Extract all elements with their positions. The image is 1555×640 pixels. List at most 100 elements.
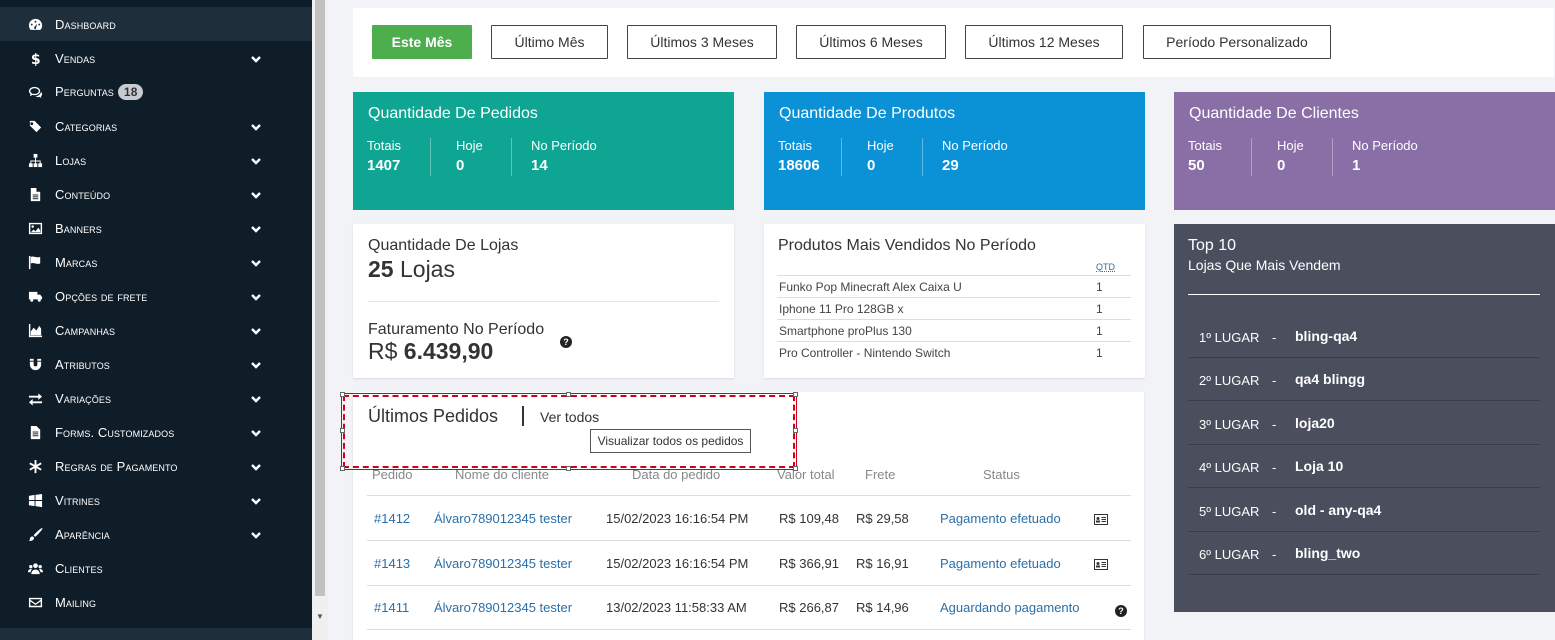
id-card-icon[interactable] [1094,557,1108,575]
order-id-link[interactable]: #1413 [374,556,410,571]
col-header-valor: Valor total [777,467,835,482]
chevron-down-icon [250,256,262,268]
sidebar-item-conteudo[interactable]: Conteúdo [0,177,312,211]
paint-brush-icon [27,526,43,542]
stat-periodo: No Período 29 [942,138,1008,176]
sidebar-item-text: Banners [55,220,102,236]
order-id-link[interactable]: #1412 [374,511,410,526]
resize-handle[interactable] [793,392,798,397]
sidebar-item-forms-customizados[interactable]: Forms. Customizados [0,415,312,449]
sidebar-item-label: Variações [55,391,111,406]
windows-icon [27,492,43,508]
selection-highlight [340,392,798,471]
period-este-mes-button[interactable]: Este Mês [372,25,472,59]
divider [511,138,512,176]
chevron-down-icon [250,528,262,540]
truck-icon [27,288,43,304]
table-row: Smartphone proPlus 130 1 [777,319,1131,341]
sidebar-item-atributos[interactable]: Atributos [0,347,312,381]
sidebar-item-categorias[interactable]: Categorias [0,109,312,143]
sidebar-item-banners[interactable]: Banners [0,211,312,245]
id-card-icon[interactable] [1094,512,1108,530]
chevron-down-icon [250,324,262,336]
scrollbar-thumb[interactable] [315,0,325,596]
table-row: Iphone 11 Pro 128GB x 1 [777,297,1131,319]
period-12-meses-button[interactable]: Últimos 12 Meses [965,25,1123,59]
sidebar-item-text: Opções de frete [55,288,148,304]
col-header-status: Status [983,467,1020,482]
question-circle-icon[interactable]: ? [1115,601,1127,619]
client-name-link[interactable]: Álvaro789012345 tester [434,511,572,526]
sidebar-item-label: Conteúdo [55,187,110,202]
sidebar-item-label: Dashboard [55,17,116,32]
chevron-down-icon [250,290,262,302]
chevron-down-icon [250,392,262,404]
divider [367,629,1131,630]
sidebar-item-label: Regras de Pagamento [55,459,178,474]
sidebar-item-label: Atributos [55,357,110,372]
resize-handle[interactable] [793,466,798,471]
list-item: 5º LUGAR - old - any-qa4 [1188,489,1540,532]
stat-hoje: Hoje 0 [1277,138,1304,176]
store-name: bling_two [1295,545,1361,561]
order-frete: R$ 16,91 [856,555,909,571]
col-header-pedido: Pedido [372,467,413,482]
list-item: 3º LUGAR - loja20 [1188,402,1540,445]
sidebar-scrollbar[interactable]: ▼ [312,0,328,640]
rank-position: 2º LUGAR [1199,373,1260,389]
product-name: Iphone 11 Pro 128GB x [779,302,904,316]
resize-handle[interactable] [566,466,571,471]
resize-handle[interactable] [340,428,345,433]
resize-handle[interactable] [340,392,345,397]
resize-handle[interactable] [566,392,571,397]
sidebar-item-text: Marcas [55,254,98,270]
period-ultimo-mes-button[interactable]: Último Mês [491,25,608,59]
period-6-meses-button[interactable]: Últimos 6 Meses [796,25,946,59]
stat-card-pedidos: Quantidade De Pedidos Totais 1407 Hoje 0… [353,92,734,210]
divider [430,138,431,176]
store-name: Loja 10 [1295,458,1344,475]
count-badge: 18 [117,84,144,100]
resize-handle[interactable] [793,428,798,433]
sidebar-item-variacoes[interactable]: Variações [0,381,312,415]
sidebar-item-text: Vendas [55,50,96,66]
order-status-link[interactable]: Aguardando pagamento [940,600,1080,615]
order-total: R$ 109,48 [779,511,839,526]
order-frete: R$ 29,58 [856,511,909,526]
sidebar-item-dashboard[interactable]: Dashboard [0,7,312,41]
period-3-meses-button[interactable]: Últimos 3 Meses [627,25,777,59]
store-name: old - any-qa4 [1295,501,1382,518]
period-personalizado-button[interactable]: Período Personalizado [1143,25,1331,59]
sidebar-item-opcoes-de-frete[interactable]: Opções de frete [0,279,312,313]
sidebar-item-label: Campanhas [55,323,115,338]
order-status-link[interactable]: Pagamento efetuado [940,556,1061,571]
sidebar-item-text: Vitrines [55,492,100,508]
rank-position: 5º LUGAR [1199,503,1260,519]
sidebar-item-marcas[interactable]: Marcas [0,245,312,279]
sidebar-item-regras-de-pagamento[interactable]: Regras de Pagamento [0,449,312,483]
sidebar-item-clientes[interactable]: Clientes [0,551,312,585]
chevron-down-icon [250,460,262,472]
order-id-link[interactable]: #1411 [374,600,409,615]
question-circle-icon[interactable]: ? [560,336,572,348]
product-qtd: 1 [1096,280,1103,294]
client-name-link[interactable]: Álvaro789012345 tester [434,556,572,571]
sidebar-item-perguntas[interactable]: Perguntas 18 [0,75,312,109]
sidebar-item-vitrines[interactable]: Vitrines [0,483,312,517]
scroll-down-arrow-icon[interactable]: ▼ [315,612,325,622]
rank-separator: - [1272,460,1277,476]
sidebar-item-campanhas[interactable]: Campanhas [0,313,312,347]
order-status-link[interactable]: Pagamento efetuado [940,511,1061,526]
list-item: 4º LUGAR - Loja 10 [1188,445,1540,489]
order-date: 15/02/2023 16:16:54 PM [606,555,749,571]
sidebar-item-mailing[interactable]: Mailing [0,585,312,619]
sidebar-item-label: Marcas [55,255,97,270]
sidebar-item-aparencia[interactable]: Aparência [0,517,312,551]
chevron-down-icon [250,154,262,166]
sidebar-item-lojas[interactable]: Lojas [0,143,312,177]
comments-icon [27,84,43,100]
resize-handle[interactable] [340,466,345,471]
client-name-link[interactable]: Álvaro789012345 tester [434,600,572,615]
sidebar-item-vendas[interactable]: $ Vendas [0,41,312,75]
envelope-icon [27,594,43,610]
